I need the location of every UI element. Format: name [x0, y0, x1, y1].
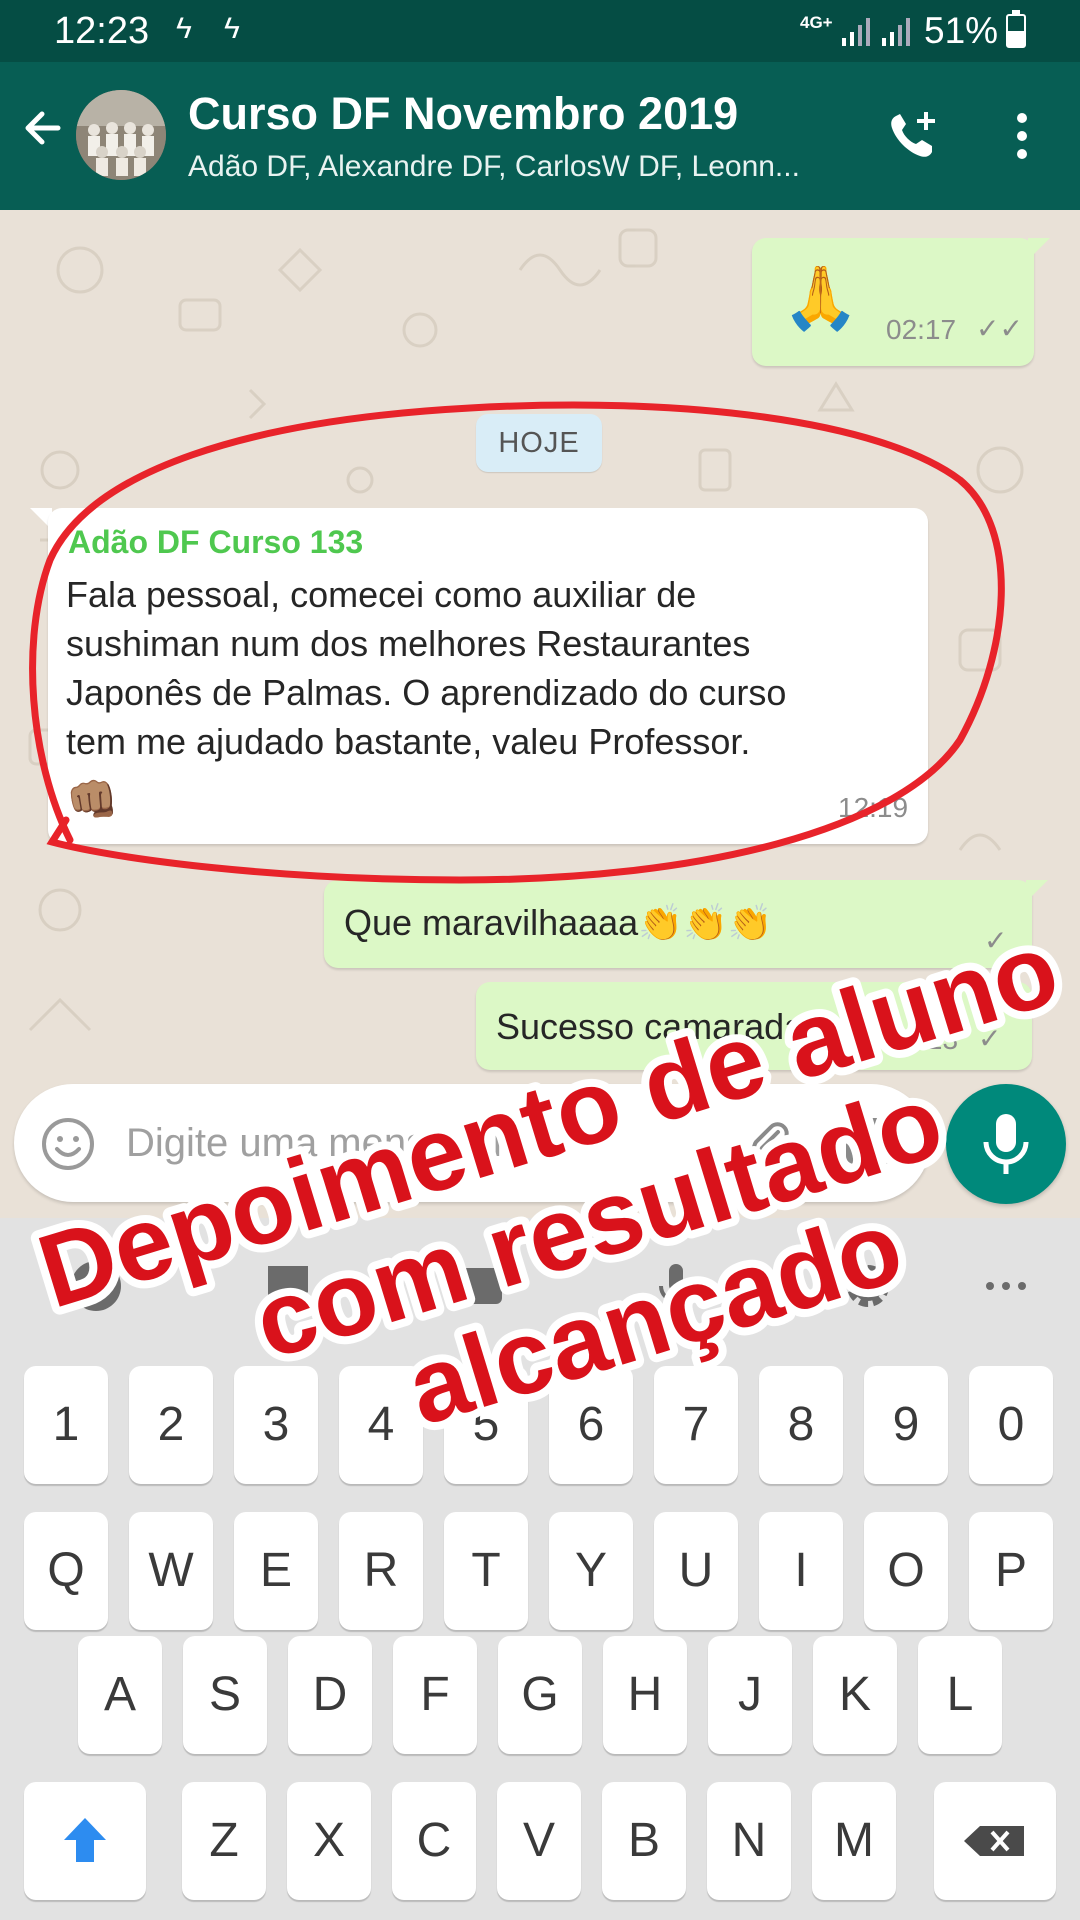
- single-check-icon: ✓: [978, 1023, 1002, 1054]
- key-e[interactable]: E: [234, 1512, 318, 1630]
- key-7[interactable]: 7: [654, 1366, 738, 1484]
- bubble-tail: [1026, 880, 1048, 902]
- key-p[interactable]: P: [969, 1512, 1053, 1630]
- status-time: 12:23: [54, 10, 150, 52]
- message-time: 12:19: [838, 792, 909, 823]
- more-icon[interactable]: [976, 1256, 1036, 1316]
- outgoing-message[interactable]: Sucesso camarada! 12:23 ✓: [476, 982, 1032, 1070]
- voice-message-button[interactable]: [946, 1084, 1066, 1204]
- key-m[interactable]: M: [812, 1782, 896, 1900]
- back-arrow-icon[interactable]: [14, 98, 74, 158]
- group-title[interactable]: Curso DF Novembro 2019: [188, 88, 738, 140]
- status-bar: 12:23 ϟ ϟ 4G+ 51%: [0, 0, 1080, 62]
- key-o[interactable]: O: [864, 1512, 948, 1630]
- signal-icon: [882, 18, 910, 46]
- sender-name[interactable]: Adão DF Curso 133: [68, 524, 363, 561]
- attach-icon[interactable]: [744, 1118, 794, 1168]
- key-t[interactable]: T: [444, 1512, 528, 1630]
- double-check-icon: ✓: [984, 925, 1008, 956]
- group-members[interactable]: Adão DF, Alexandre DF, CarlosW DF, Leonn…: [188, 150, 848, 184]
- flash-notification-icon: ϟ: [224, 12, 240, 45]
- key-w[interactable]: W: [129, 1512, 213, 1630]
- emoji-icon[interactable]: [40, 1116, 96, 1172]
- key-2[interactable]: 2: [129, 1366, 213, 1484]
- key-n[interactable]: N: [707, 1782, 791, 1900]
- key-3[interactable]: 3: [234, 1366, 318, 1484]
- bubble-tail: [1028, 238, 1050, 260]
- battery-icon: [1006, 10, 1026, 48]
- message-emoji: 🙏: [782, 264, 860, 333]
- camera-icon[interactable]: [844, 1116, 898, 1168]
- backspace-icon: [964, 1826, 1024, 1856]
- key-j[interactable]: J: [708, 1636, 792, 1754]
- key-a[interactable]: A: [78, 1636, 162, 1754]
- keyboard: 1234567890 QWERTYUIOP ASDFGHJKL ZXCVBNM: [0, 1218, 1080, 1920]
- backspace-key[interactable]: [934, 1782, 1056, 1900]
- message-text: Sucesso camarada!: [496, 1006, 815, 1047]
- flash-notification-icon: ϟ: [176, 12, 192, 45]
- outgoing-message[interactable]: Que maravilhaaaa👏👏👏 ✓: [324, 880, 1032, 968]
- battery-percent: 51%: [924, 10, 999, 51]
- key-y[interactable]: Y: [549, 1512, 633, 1630]
- key-x[interactable]: X: [287, 1782, 371, 1900]
- emoji-icon[interactable]: [66, 1256, 126, 1316]
- outgoing-message[interactable]: 🙏 02:17 ✓✓: [752, 238, 1034, 366]
- chat-area[interactable]: 🙏 02:17 ✓✓ HOJE Adão DF Curso 133 Fala p…: [0, 210, 1080, 1218]
- key-d[interactable]: D: [288, 1636, 372, 1754]
- message-input[interactable]: [126, 1112, 726, 1174]
- key-k[interactable]: K: [813, 1636, 897, 1754]
- key-f[interactable]: F: [393, 1636, 477, 1754]
- key-6[interactable]: 6: [549, 1366, 633, 1484]
- key-r[interactable]: R: [339, 1512, 423, 1630]
- key-g[interactable]: G: [498, 1636, 582, 1754]
- message-time: 02:17: [886, 314, 957, 345]
- key-q[interactable]: Q: [24, 1512, 108, 1630]
- voice-input-icon[interactable]: [646, 1256, 706, 1316]
- key-8[interactable]: 8: [759, 1366, 843, 1484]
- incoming-message[interactable]: Adão DF Curso 133 Fala pessoal, comecei …: [48, 508, 928, 844]
- sticker-icon[interactable]: [258, 1256, 318, 1316]
- key-h[interactable]: H: [603, 1636, 687, 1754]
- key-4[interactable]: 4: [339, 1366, 423, 1484]
- message-text: Que maravilhaaaa👏👏👏: [344, 902, 773, 943]
- gif-icon[interactable]: [448, 1256, 508, 1316]
- network-type: 4G+: [800, 13, 833, 32]
- shift-arrow-icon: [64, 1818, 106, 1862]
- key-z[interactable]: Z: [182, 1782, 266, 1900]
- key-v[interactable]: V: [497, 1782, 581, 1900]
- message-line: Fala pessoal, comecei como auxiliar de: [66, 574, 697, 615]
- key-s[interactable]: S: [183, 1636, 267, 1754]
- key-l[interactable]: L: [918, 1636, 1002, 1754]
- message-line: tem me ajudado bastante, valeu Professor…: [66, 721, 751, 762]
- more-options-icon[interactable]: [1000, 106, 1044, 166]
- message-line: Japonês de Palmas. O aprendizado do curs…: [66, 672, 787, 713]
- message-composer: [14, 1084, 930, 1202]
- double-check-icon: ✓✓: [976, 313, 1023, 344]
- key-c[interactable]: C: [392, 1782, 476, 1900]
- key-u[interactable]: U: [654, 1512, 738, 1630]
- microphone-icon: [983, 1114, 1029, 1174]
- signal-icon: [842, 18, 870, 46]
- date-chip: HOJE: [476, 414, 602, 472]
- settings-icon[interactable]: [838, 1256, 898, 1316]
- key-b[interactable]: B: [602, 1782, 686, 1900]
- chat-header: Curso DF Novembro 2019 Adão DF, Alexandr…: [0, 62, 1080, 210]
- message-line: sushiman num dos melhores Restaurantes: [66, 623, 751, 664]
- key-i[interactable]: I: [759, 1512, 843, 1630]
- add-call-icon[interactable]: [882, 106, 942, 166]
- key-1[interactable]: 1: [24, 1366, 108, 1484]
- message-time: 12:23: [888, 1024, 959, 1055]
- battery-level: [1008, 30, 1024, 46]
- shift-key[interactable]: [24, 1782, 146, 1900]
- key-9[interactable]: 9: [864, 1366, 948, 1484]
- key-0[interactable]: 0: [969, 1366, 1053, 1484]
- message-emoji: 👊🏽: [66, 776, 119, 823]
- key-5[interactable]: 5: [444, 1366, 528, 1484]
- group-avatar[interactable]: [76, 90, 166, 180]
